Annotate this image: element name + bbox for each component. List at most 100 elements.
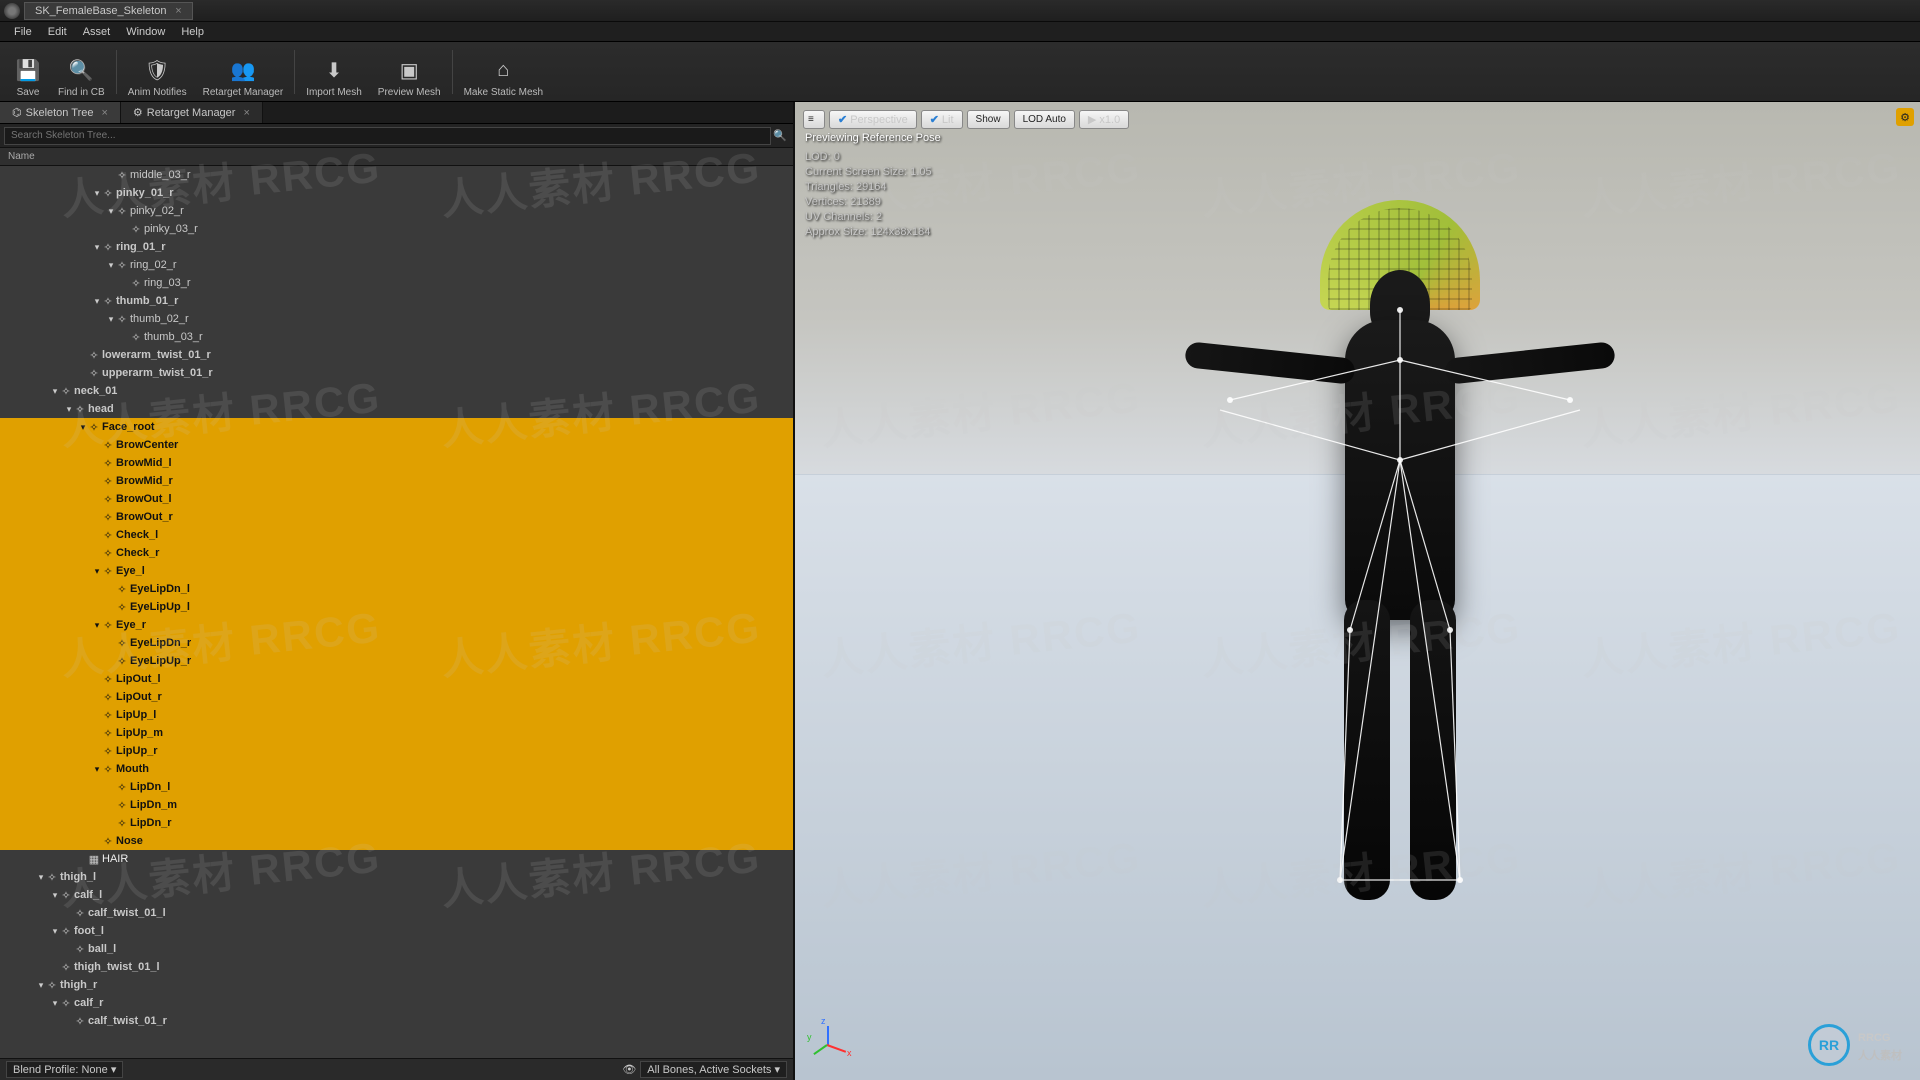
menu-window[interactable]: Window [118, 24, 173, 40]
expand-icon[interactable]: ▾ [106, 206, 116, 217]
bone-ring_02_r[interactable]: ▾✧ring_02_r [0, 256, 793, 274]
expand-icon[interactable]: ▾ [92, 296, 102, 307]
expand-icon[interactable]: ▾ [92, 764, 102, 775]
bone-calf_l[interactable]: ▾✧calf_l [0, 886, 793, 904]
bone-lipout_l[interactable]: ✧LipOut_l [0, 670, 793, 688]
bone-lipdn_m[interactable]: ✧LipDn_m [0, 796, 793, 814]
bone-browmid_r[interactable]: ✧BrowMid_r [0, 472, 793, 490]
expand-icon[interactable]: ▾ [50, 926, 60, 937]
bone-lowerarm_twist_01_r[interactable]: ✧lowerarm_twist_01_r [0, 346, 793, 364]
bone-eyelipup_r[interactable]: ✧EyeLipUp_r [0, 652, 793, 670]
close-icon[interactable]: × [243, 107, 249, 119]
toolbar-anim-notifies[interactable]: 🛡Anim Notifies [120, 44, 195, 100]
bone-lipup_l[interactable]: ✧LipUp_l [0, 706, 793, 724]
bone-browmid_l[interactable]: ✧BrowMid_l [0, 454, 793, 472]
expand-icon[interactable]: ▾ [106, 314, 116, 325]
bone-label: BrowMid_r [116, 475, 173, 487]
bone-lipout_r[interactable]: ✧LipOut_r [0, 688, 793, 706]
show-button[interactable]: Show [967, 110, 1010, 129]
bone-check_l[interactable]: ✧Check_l [0, 526, 793, 544]
search-input[interactable] [4, 127, 771, 145]
bone-foot_l[interactable]: ▾✧foot_l [0, 922, 793, 940]
skeleton-tree[interactable]: ✧middle_03_r▾✧pinky_01_r▾✧pinky_02_r✧pin… [0, 166, 793, 1058]
expand-icon[interactable]: ▾ [92, 620, 102, 631]
bone-check_r[interactable]: ✧Check_r [0, 544, 793, 562]
expand-icon[interactable]: ▾ [36, 980, 46, 991]
bone-eyelipdn_r[interactable]: ✧EyeLipDn_r [0, 634, 793, 652]
toolbar-find-in-cb[interactable]: 🔍Find in CB [50, 44, 113, 100]
viewport-settings-icon[interactable]: ⚙ [1896, 108, 1914, 126]
menu-edit[interactable]: Edit [40, 24, 75, 40]
bone-nose[interactable]: ✧Nose [0, 832, 793, 850]
bone-pinky_02_r[interactable]: ▾✧pinky_02_r [0, 202, 793, 220]
viewport-menu-button[interactable]: ≡ [803, 110, 825, 129]
expand-icon[interactable]: ▾ [78, 422, 88, 433]
expand-icon[interactable]: ▾ [64, 404, 74, 415]
lit-button[interactable]: ✔Lit [921, 110, 963, 129]
bone-pinky_01_r[interactable]: ▾✧pinky_01_r [0, 184, 793, 202]
expand-icon[interactable]: ▾ [92, 566, 102, 577]
bone-middle_03_r[interactable]: ✧middle_03_r [0, 166, 793, 184]
bone-neck_01[interactable]: ▾✧neck_01 [0, 382, 793, 400]
bone-thigh_l[interactable]: ▾✧thigh_l [0, 868, 793, 886]
bone-eyelipdn_l[interactable]: ✧EyeLipDn_l [0, 580, 793, 598]
bone-mouth[interactable]: ▾✧Mouth [0, 760, 793, 778]
menu-help[interactable]: Help [173, 24, 212, 40]
bone-pinky_03_r[interactable]: ✧pinky_03_r [0, 220, 793, 238]
bone-thumb_01_r[interactable]: ▾✧thumb_01_r [0, 292, 793, 310]
expand-icon[interactable]: ▾ [50, 890, 60, 901]
bone-filter-dropdown[interactable]: All Bones, Active Sockets ▾ [640, 1061, 787, 1078]
column-header-name[interactable]: Name [0, 148, 793, 166]
bone-lipup_r[interactable]: ✧LipUp_r [0, 742, 793, 760]
bone-browcenter[interactable]: ✧BrowCenter [0, 436, 793, 454]
document-tab[interactable]: SK_FemaleBase_Skeleton × [24, 2, 193, 20]
bone-eye_l[interactable]: ▾✧Eye_l [0, 562, 793, 580]
bone-lipdn_r[interactable]: ✧LipDn_r [0, 814, 793, 832]
bone-eyelipup_l[interactable]: ✧EyeLipUp_l [0, 598, 793, 616]
close-icon[interactable]: × [101, 107, 107, 119]
bone-calf_twist_01_l[interactable]: ✧calf_twist_01_l [0, 904, 793, 922]
bone-calf_r[interactable]: ▾✧calf_r [0, 994, 793, 1012]
search-icon[interactable]: 🔍 [771, 129, 789, 142]
bone-head[interactable]: ▾✧head [0, 400, 793, 418]
bone-thumb_03_r[interactable]: ✧thumb_03_r [0, 328, 793, 346]
bone-face_root[interactable]: ▾✧Face_root [0, 418, 793, 436]
bone-calf_twist_01_r[interactable]: ✧calf_twist_01_r [0, 1012, 793, 1030]
bone-hair[interactable]: ▦HAIR [0, 850, 793, 868]
expand-icon[interactable]: ▾ [50, 998, 60, 1009]
toolbar-import-mesh[interactable]: ⬇Import Mesh [298, 44, 370, 100]
perspective-button[interactable]: ✔Perspective [829, 110, 917, 129]
bone-ring_01_r[interactable]: ▾✧ring_01_r [0, 238, 793, 256]
bone-upperarm_twist_01_r[interactable]: ✧upperarm_twist_01_r [0, 364, 793, 382]
bone-thumb_02_r[interactable]: ▾✧thumb_02_r [0, 310, 793, 328]
lod-button[interactable]: LOD Auto [1014, 110, 1075, 129]
bone-lipdn_l[interactable]: ✧LipDn_l [0, 778, 793, 796]
bone-thigh_twist_01_l[interactable]: ✧thigh_twist_01_l [0, 958, 793, 976]
menu-file[interactable]: File [6, 24, 40, 40]
tab-retarget-manager[interactable]: ⚙Retarget Manager× [121, 102, 263, 123]
bone-browout_r[interactable]: ✧BrowOut_r [0, 508, 793, 526]
viewport[interactable]: ≡ ✔Perspective ✔Lit Show LOD Auto ▶x1.0 … [795, 102, 1920, 1080]
toolbar-preview-mesh[interactable]: ▣Preview Mesh [370, 44, 449, 100]
toolbar-retarget-manager[interactable]: 👥Retarget Manager [195, 44, 292, 100]
tab-skeleton-tree[interactable]: ⌬Skeleton Tree× [0, 102, 121, 123]
bone-ring_03_r[interactable]: ✧ring_03_r [0, 274, 793, 292]
blend-profile-dropdown[interactable]: Blend Profile: None ▾ [6, 1061, 123, 1078]
expand-icon[interactable]: ▾ [36, 872, 46, 883]
expand-icon[interactable]: ▾ [92, 242, 102, 253]
bone-label: middle_03_r [130, 169, 191, 181]
expand-icon[interactable]: ▾ [50, 386, 60, 397]
bone-eye_r[interactable]: ▾✧Eye_r [0, 616, 793, 634]
toolbar-make-static-mesh[interactable]: ⌂Make Static Mesh [456, 44, 551, 100]
bone-lipup_m[interactable]: ✧LipUp_m [0, 724, 793, 742]
bone-ball_l[interactable]: ✧ball_l [0, 940, 793, 958]
toolbar-save[interactable]: 💾Save [6, 44, 50, 100]
character-preview [1190, 200, 1610, 920]
expand-icon[interactable]: ▾ [106, 260, 116, 271]
close-icon[interactable]: × [175, 5, 181, 17]
playback-speed-button[interactable]: ▶x1.0 [1079, 110, 1129, 129]
bone-browout_l[interactable]: ✧BrowOut_l [0, 490, 793, 508]
bone-thigh_r[interactable]: ▾✧thigh_r [0, 976, 793, 994]
menu-asset[interactable]: Asset [75, 24, 119, 40]
expand-icon[interactable]: ▾ [92, 188, 102, 199]
